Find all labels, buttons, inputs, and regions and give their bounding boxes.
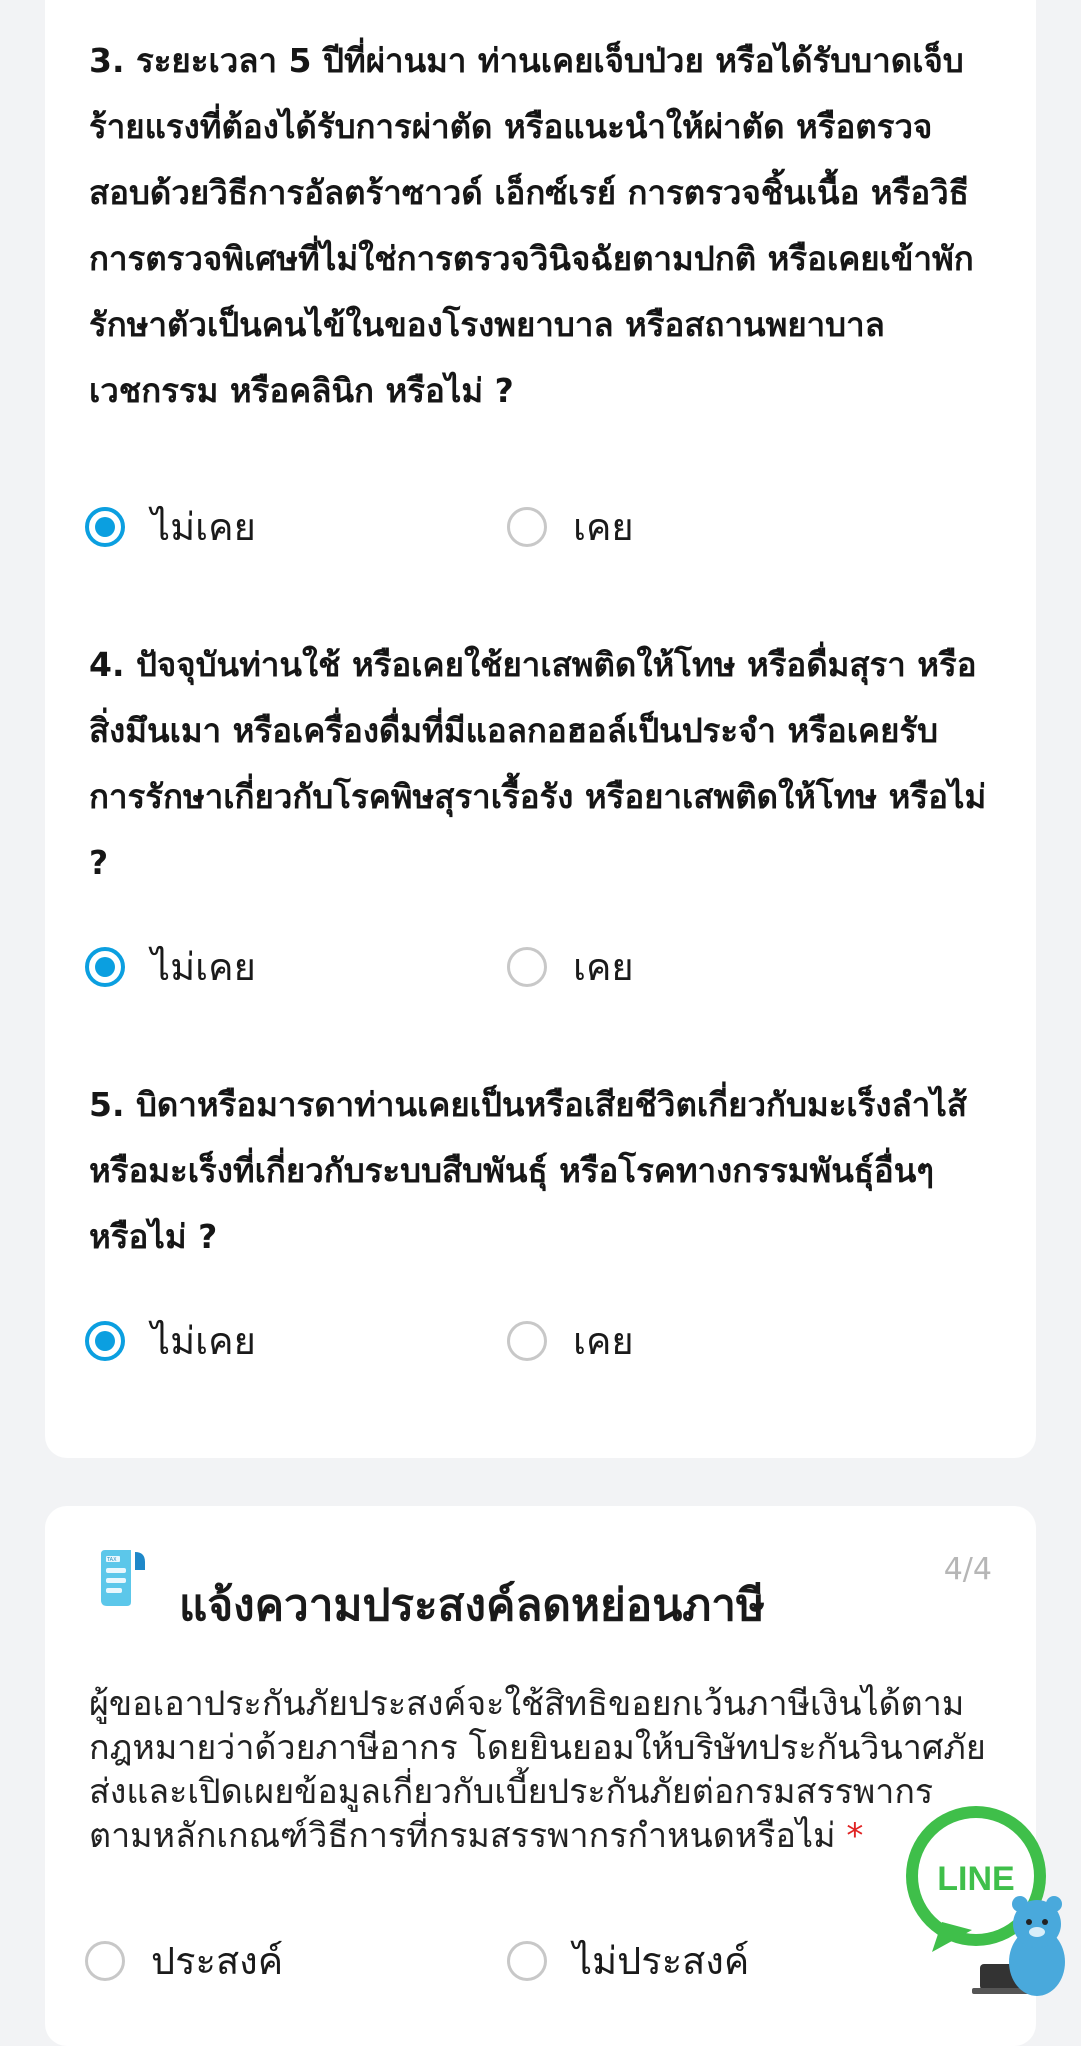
line-chat-button[interactable]: LINE	[902, 1802, 1077, 1999]
required-mark: *	[846, 1816, 864, 1856]
q4-option-never[interactable]: ไม่เคย	[85, 936, 256, 997]
q3-option-never-label: ไม่เคย	[151, 505, 256, 549]
q5-radio-ever[interactable]	[507, 1320, 547, 1361]
question-5-text: 5. บิดาหรือมารดาท่านเคยเป็นหรือเสียชีวิต…	[89, 1085, 968, 1256]
line-chat-bear-icon: LINE	[906, 1806, 1065, 1996]
q5-option-ever[interactable]: เคย	[507, 1310, 634, 1371]
tax-consent-question: ผู้ขอเอาประกันภัยประสงค์จะใช้สิทธิขอยกเว…	[89, 1682, 989, 1858]
q5-radio-never[interactable]	[85, 1320, 125, 1361]
q4-radio-ever[interactable]	[507, 946, 547, 987]
q3-option-ever-label: เคย	[573, 505, 634, 549]
q5-option-ever-label: เคย	[573, 1319, 634, 1363]
tax-option-wish[interactable]: ประสงค์	[85, 1930, 283, 1991]
svg-text:TAX: TAX	[106, 1557, 117, 1563]
step-indicator: 4/4	[943, 1552, 992, 1587]
q5-option-never[interactable]: ไม่เคย	[85, 1310, 256, 1371]
q4-option-ever[interactable]: เคย	[507, 936, 634, 997]
tax-option-not-wish-label: ไม่ประสงค์	[573, 1939, 750, 1983]
tax-section-title: แจ้งความประสงค์ลดหย่อนภาษี	[179, 1580, 765, 1631]
line-label: LINE	[937, 1860, 1014, 1898]
q4-option-never-label: ไม่เคย	[151, 945, 256, 989]
q5-option-never-label: ไม่เคย	[151, 1319, 256, 1363]
q3-radio-ever[interactable]	[507, 506, 547, 547]
tax-radio-not-wish[interactable]	[507, 1940, 547, 1981]
tax-document-icon: TAX	[101, 1550, 145, 1606]
tax-option-not-wish[interactable]: ไม่ประสงค์	[507, 1930, 749, 1991]
question-4-text: 4. ปัจจุบันท่านใช้ หรือเคยใช้ยาเสพติดให้…	[89, 645, 987, 882]
q4-radio-never[interactable]	[85, 946, 125, 987]
q3-radio-never[interactable]	[85, 506, 125, 547]
health-questions-card: 3. ระยะเวลา 5 ปีที่ผ่านมา ท่านเคยเจ็บป่ว…	[45, 0, 1036, 1458]
q3-option-ever[interactable]: เคย	[507, 496, 634, 557]
q4-option-ever-label: เคย	[573, 945, 634, 989]
q3-option-never[interactable]: ไม่เคย	[85, 496, 256, 557]
tax-deduction-card: TAX แจ้งความประสงค์ลดหย่อนภาษี 4/4 ผู้ขอ…	[45, 1506, 1036, 2046]
tax-radio-wish[interactable]	[85, 1940, 125, 1981]
tax-option-wish-label: ประสงค์	[151, 1939, 284, 1983]
question-3-text: 3. ระยะเวลา 5 ปีที่ผ่านมา ท่านเคยเจ็บป่ว…	[89, 41, 974, 410]
